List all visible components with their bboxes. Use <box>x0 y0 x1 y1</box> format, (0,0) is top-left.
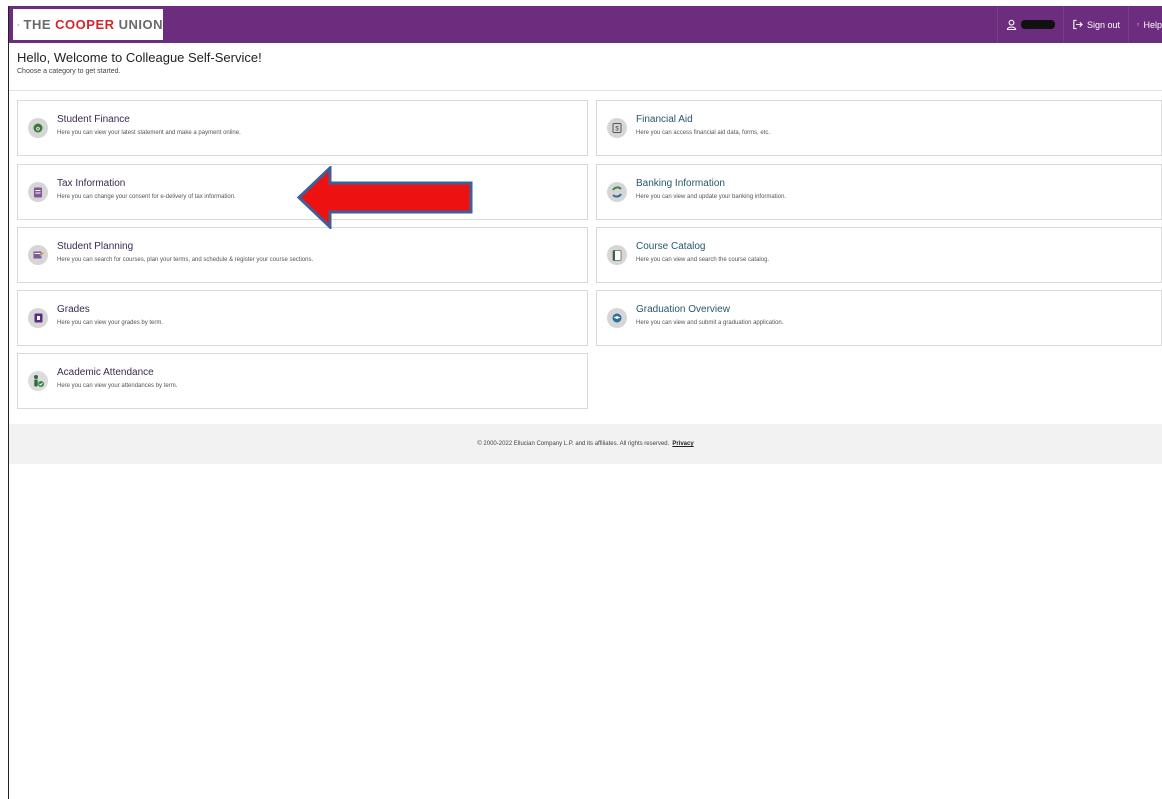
help-label: Help <box>1143 19 1162 30</box>
page-footer: © 2000-2022 Ellucian Company L.P. and it… <box>9 424 1162 464</box>
tile-title: Academic Attendance <box>57 367 154 378</box>
tile-title: Student Finance <box>57 114 130 125</box>
top-nav: Sign out ? Help <box>996 6 1162 43</box>
grades-icon <box>28 308 48 328</box>
svg-text:$: $ <box>615 127 619 133</box>
cooper-union-emblem-icon <box>17 23 20 26</box>
tile-description: Here you can access financial aid data, … <box>636 130 771 136</box>
tile-course-catalog[interactable]: Course Catalog Here you can view and sea… <box>596 227 1162 283</box>
sign-out-icon <box>1073 19 1083 30</box>
banking-icon <box>607 182 627 202</box>
tile-description: Here you can view your grades by term. <box>57 320 164 326</box>
tile-banking-information[interactable]: Banking Information Here you can view an… <box>596 164 1162 220</box>
tile-academic-attendance[interactable]: Academic Attendance Here you can view yo… <box>17 353 588 409</box>
svg-text:?: ? <box>1138 24 1139 26</box>
privacy-link[interactable]: Privacy <box>672 441 693 447</box>
sign-out-button[interactable]: Sign out <box>1062 6 1128 43</box>
tile-grades[interactable]: Grades Here you can view your grades by … <box>17 290 588 346</box>
cooper-union-logo[interactable]: THE COOPER UNION <box>13 9 163 40</box>
copyright-text: © 2000-2022 Ellucian Company L.P. and it… <box>477 441 670 447</box>
redacted-username <box>1020 20 1055 29</box>
tile-title: Tax Information <box>57 178 126 189</box>
welcome-section: Hello, Welcome to Colleague Self-Service… <box>17 50 262 75</box>
planning-icon <box>28 245 48 265</box>
divider <box>9 90 1162 91</box>
page-subtitle: Choose a category to get started. <box>17 68 121 75</box>
tile-student-planning[interactable]: Student Planning Here you can search for… <box>17 227 588 283</box>
tile-title: Financial Aid <box>636 114 693 125</box>
user-menu[interactable] <box>996 6 1063 43</box>
tile-description: Here you can change your consent for e-d… <box>57 194 236 200</box>
help-button[interactable]: ? Help <box>1128 6 1162 43</box>
tile-title: Student Planning <box>57 241 134 252</box>
tile-title: Grades <box>57 304 90 315</box>
graduation-cap-icon <box>607 308 627 328</box>
top-header: THE COOPER UNION Sign out ? Help <box>9 6 1162 43</box>
logo-wordmark: THE COOPER UNION <box>23 17 163 32</box>
tile-financial-aid[interactable]: $ Financial Aid Here you can access fina… <box>596 100 1162 156</box>
tile-description: Here you can view and submit a graduatio… <box>636 320 784 326</box>
tile-description: Here you can view and search the course … <box>636 257 770 263</box>
annotation-arrow-icon <box>296 166 473 229</box>
tile-title: Course Catalog <box>636 241 706 252</box>
catalog-icon <box>607 245 627 265</box>
svg-text:o: o <box>36 125 40 132</box>
user-icon <box>1006 19 1017 30</box>
tile-description: Here you can search for courses, plan yo… <box>57 257 314 263</box>
sign-out-label: Sign out <box>1086 19 1120 30</box>
tile-title: Graduation Overview <box>636 304 730 315</box>
dollar-icon: o <box>28 118 48 138</box>
help-icon: ? <box>1137 23 1140 26</box>
tile-student-finance[interactable]: o Student Finance Here you can view your… <box>17 100 588 156</box>
tile-description: Here you can view your attendances by te… <box>57 383 178 389</box>
financial-aid-icon: $ <box>607 118 627 138</box>
tile-description: Here you can view your latest statement … <box>57 130 241 136</box>
tax-document-icon <box>28 182 48 202</box>
tile-title: Banking Information <box>636 178 725 189</box>
page-title: Hello, Welcome to Colleague Self-Service… <box>17 50 262 65</box>
tile-graduation-overview[interactable]: Graduation Overview Here you can view an… <box>596 290 1162 346</box>
attendance-icon <box>28 371 48 391</box>
tile-description: Here you can view and update your bankin… <box>636 194 787 200</box>
